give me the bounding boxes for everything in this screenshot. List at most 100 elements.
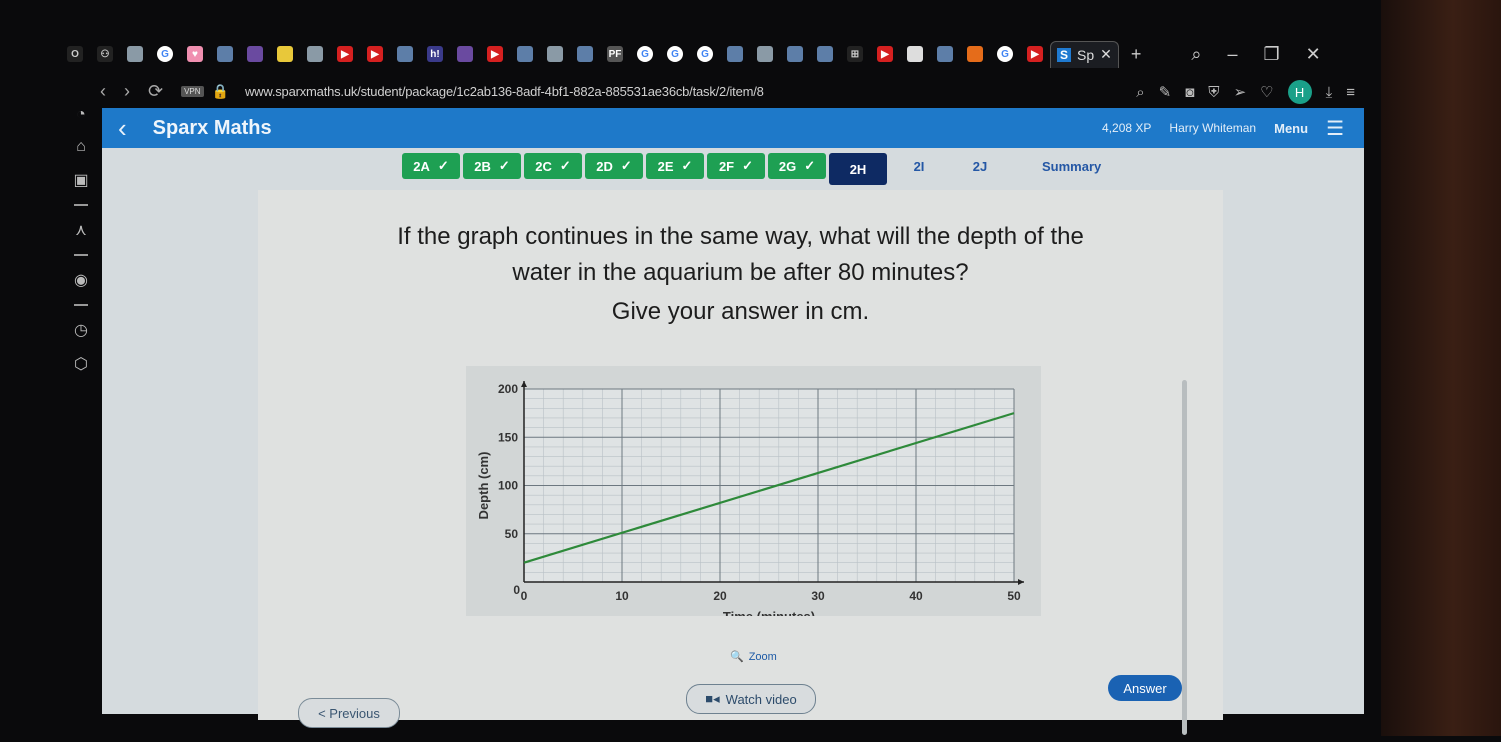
- shield-icon[interactable]: ⛨: [1208, 84, 1219, 101]
- task-tab-2h[interactable]: 2H: [829, 153, 887, 185]
- speed-dial-icon[interactable]: ◔: [76, 106, 86, 124]
- app-icon[interactable]: ⋏: [75, 220, 87, 240]
- app-icon[interactable]: [787, 46, 803, 62]
- hi-icon[interactable]: h!: [427, 46, 443, 62]
- google-icon[interactable]: G: [637, 46, 653, 62]
- active-browser-tab[interactable]: S Sp ✕: [1050, 40, 1119, 68]
- task-tab-label: 2A: [413, 158, 430, 174]
- task-tab-2d[interactable]: 2D ✓: [585, 153, 643, 179]
- search-icon[interactable]: ⌕: [1136, 84, 1144, 101]
- app-icon[interactable]: [517, 46, 533, 62]
- edit-icon[interactable]: ✎: [1159, 83, 1172, 101]
- divider: [74, 254, 88, 256]
- heart-icon[interactable]: ♡: [1260, 83, 1273, 101]
- zoom-button[interactable]: 🔍 Zoom: [730, 650, 777, 664]
- task-tab-2g[interactable]: 2G ✓: [768, 153, 826, 179]
- app-icon[interactable]: [217, 46, 233, 62]
- chip-icon[interactable]: ▣: [73, 170, 88, 190]
- youtube-icon[interactable]: ▶: [877, 46, 893, 62]
- task-tab-summary[interactable]: Summary: [1032, 153, 1111, 179]
- profile-avatar[interactable]: H: [1287, 80, 1312, 104]
- google-icon[interactable]: G: [997, 46, 1013, 62]
- user-name: Harry Whiteman: [1169, 121, 1257, 135]
- send-icon[interactable]: ➢: [1234, 83, 1247, 101]
- youtube-icon[interactable]: ▶: [337, 46, 353, 62]
- answer-button[interactable]: Answer: [1108, 675, 1182, 701]
- tab-favicon: S: [1057, 47, 1072, 62]
- download-icon[interactable]: ⤓: [1326, 84, 1333, 101]
- roblox-icon[interactable]: [307, 46, 323, 62]
- task-tab-label: 2B: [474, 158, 491, 174]
- brand-title: Sparx Maths: [152, 116, 272, 139]
- spotify-icon[interactable]: ◉: [74, 270, 88, 290]
- vpn-badge[interactable]: VPN: [181, 85, 204, 97]
- task-tab-2i[interactable]: 2I: [890, 153, 948, 179]
- app-header: ‹ Sparx Maths 4,208 XP Harry Whiteman Me…: [102, 108, 1364, 148]
- hamburger-icon[interactable]: ☰: [1326, 116, 1344, 141]
- minimize-icon[interactable]: –: [1227, 44, 1237, 65]
- pf-icon[interactable]: PF: [607, 46, 623, 62]
- task-tab-2f[interactable]: 2F ✓: [707, 153, 765, 179]
- youtube-icon[interactable]: ▶: [487, 46, 503, 62]
- game-icon[interactable]: [247, 46, 263, 62]
- banana-icon[interactable]: [277, 46, 293, 62]
- task-tab-label: 2F: [718, 158, 735, 174]
- maximize-icon[interactable]: ❐: [1264, 44, 1280, 65]
- app-icon[interactable]: [727, 46, 743, 62]
- gamepad-icon[interactable]: ⚇: [97, 46, 113, 62]
- roblox-icon[interactable]: [757, 46, 773, 62]
- close-tab-icon[interactable]: ✕: [1100, 46, 1112, 63]
- x-tick-label: 20: [713, 589, 727, 603]
- task-tab-label: 2J: [972, 158, 988, 174]
- url-field[interactable]: www.sparxmaths.uk/student/package/1c2ab1…: [245, 84, 764, 99]
- youtube-icon[interactable]: ▶: [367, 46, 383, 62]
- reload-icon[interactable]: ⟳: [148, 81, 163, 102]
- crunchyroll-icon[interactable]: [967, 46, 983, 62]
- x-axis-label: Time (minutes): [723, 609, 815, 616]
- history-icon[interactable]: ◷: [74, 320, 88, 340]
- grid-icon[interactable]: ⊞: [847, 46, 863, 62]
- google-icon[interactable]: G: [157, 46, 173, 62]
- sparx-app: ‹ Sparx Maths 4,208 XP Harry Whiteman Me…: [102, 108, 1364, 735]
- opera-icon[interactable]: O: [67, 46, 83, 62]
- menu-button[interactable]: Menu: [1274, 121, 1308, 136]
- store-icon[interactable]: ⌂: [76, 138, 86, 156]
- task-tab-2b[interactable]: 2B ✓: [463, 153, 521, 179]
- back-chevron-icon[interactable]: ‹: [118, 113, 127, 144]
- monitor-bezel: [1381, 0, 1501, 736]
- task-tab-2a[interactable]: 2A ✓: [402, 153, 460, 179]
- settings-menu-icon[interactable]: ≡: [1346, 84, 1355, 101]
- overwatch-icon[interactable]: [907, 46, 923, 62]
- camera-icon[interactable]: ◙: [1185, 84, 1194, 101]
- y-tick-label: 50: [505, 527, 519, 541]
- scrollbar[interactable]: [1182, 380, 1187, 735]
- check-icon: ✓: [681, 158, 693, 173]
- check-icon: ✓: [437, 158, 449, 173]
- google-icon[interactable]: G: [697, 46, 713, 62]
- watch-video-button[interactable]: ■◂ Watch video: [686, 684, 816, 714]
- task-tab-2c[interactable]: 2C ✓: [524, 153, 582, 179]
- app-icon[interactable]: [397, 46, 413, 62]
- google-icon[interactable]: G: [667, 46, 683, 62]
- task-tab-2j[interactable]: 2J: [951, 153, 1009, 179]
- back-icon[interactable]: ‹: [100, 81, 106, 102]
- app-icon[interactable]: [937, 46, 953, 62]
- app-icon[interactable]: [577, 46, 593, 62]
- task-tab-2e[interactable]: 2E ✓: [646, 153, 704, 179]
- cube-icon[interactable]: ⬡: [74, 354, 88, 374]
- new-tab-icon[interactable]: +: [1131, 44, 1142, 65]
- previous-button[interactable]: < Previous: [298, 698, 400, 728]
- roblox-icon[interactable]: [547, 46, 563, 62]
- youtube-icon[interactable]: ▶: [1027, 46, 1043, 62]
- question-panel: If the graph continues in the same way, …: [258, 190, 1223, 735]
- close-window-icon[interactable]: ✕: [1306, 44, 1321, 65]
- forward-icon[interactable]: ›: [124, 81, 130, 102]
- check-icon: ✓: [559, 158, 571, 173]
- lock-icon: 🔒: [211, 82, 229, 99]
- roblox-icon[interactable]: [127, 46, 143, 62]
- app-icon[interactable]: [817, 46, 833, 62]
- game-icon[interactable]: [457, 46, 473, 62]
- x-tick-label: 10: [615, 589, 629, 603]
- tab-search-icon[interactable]: ⌕: [1191, 44, 1201, 65]
- heart-icon[interactable]: ♥: [187, 46, 203, 62]
